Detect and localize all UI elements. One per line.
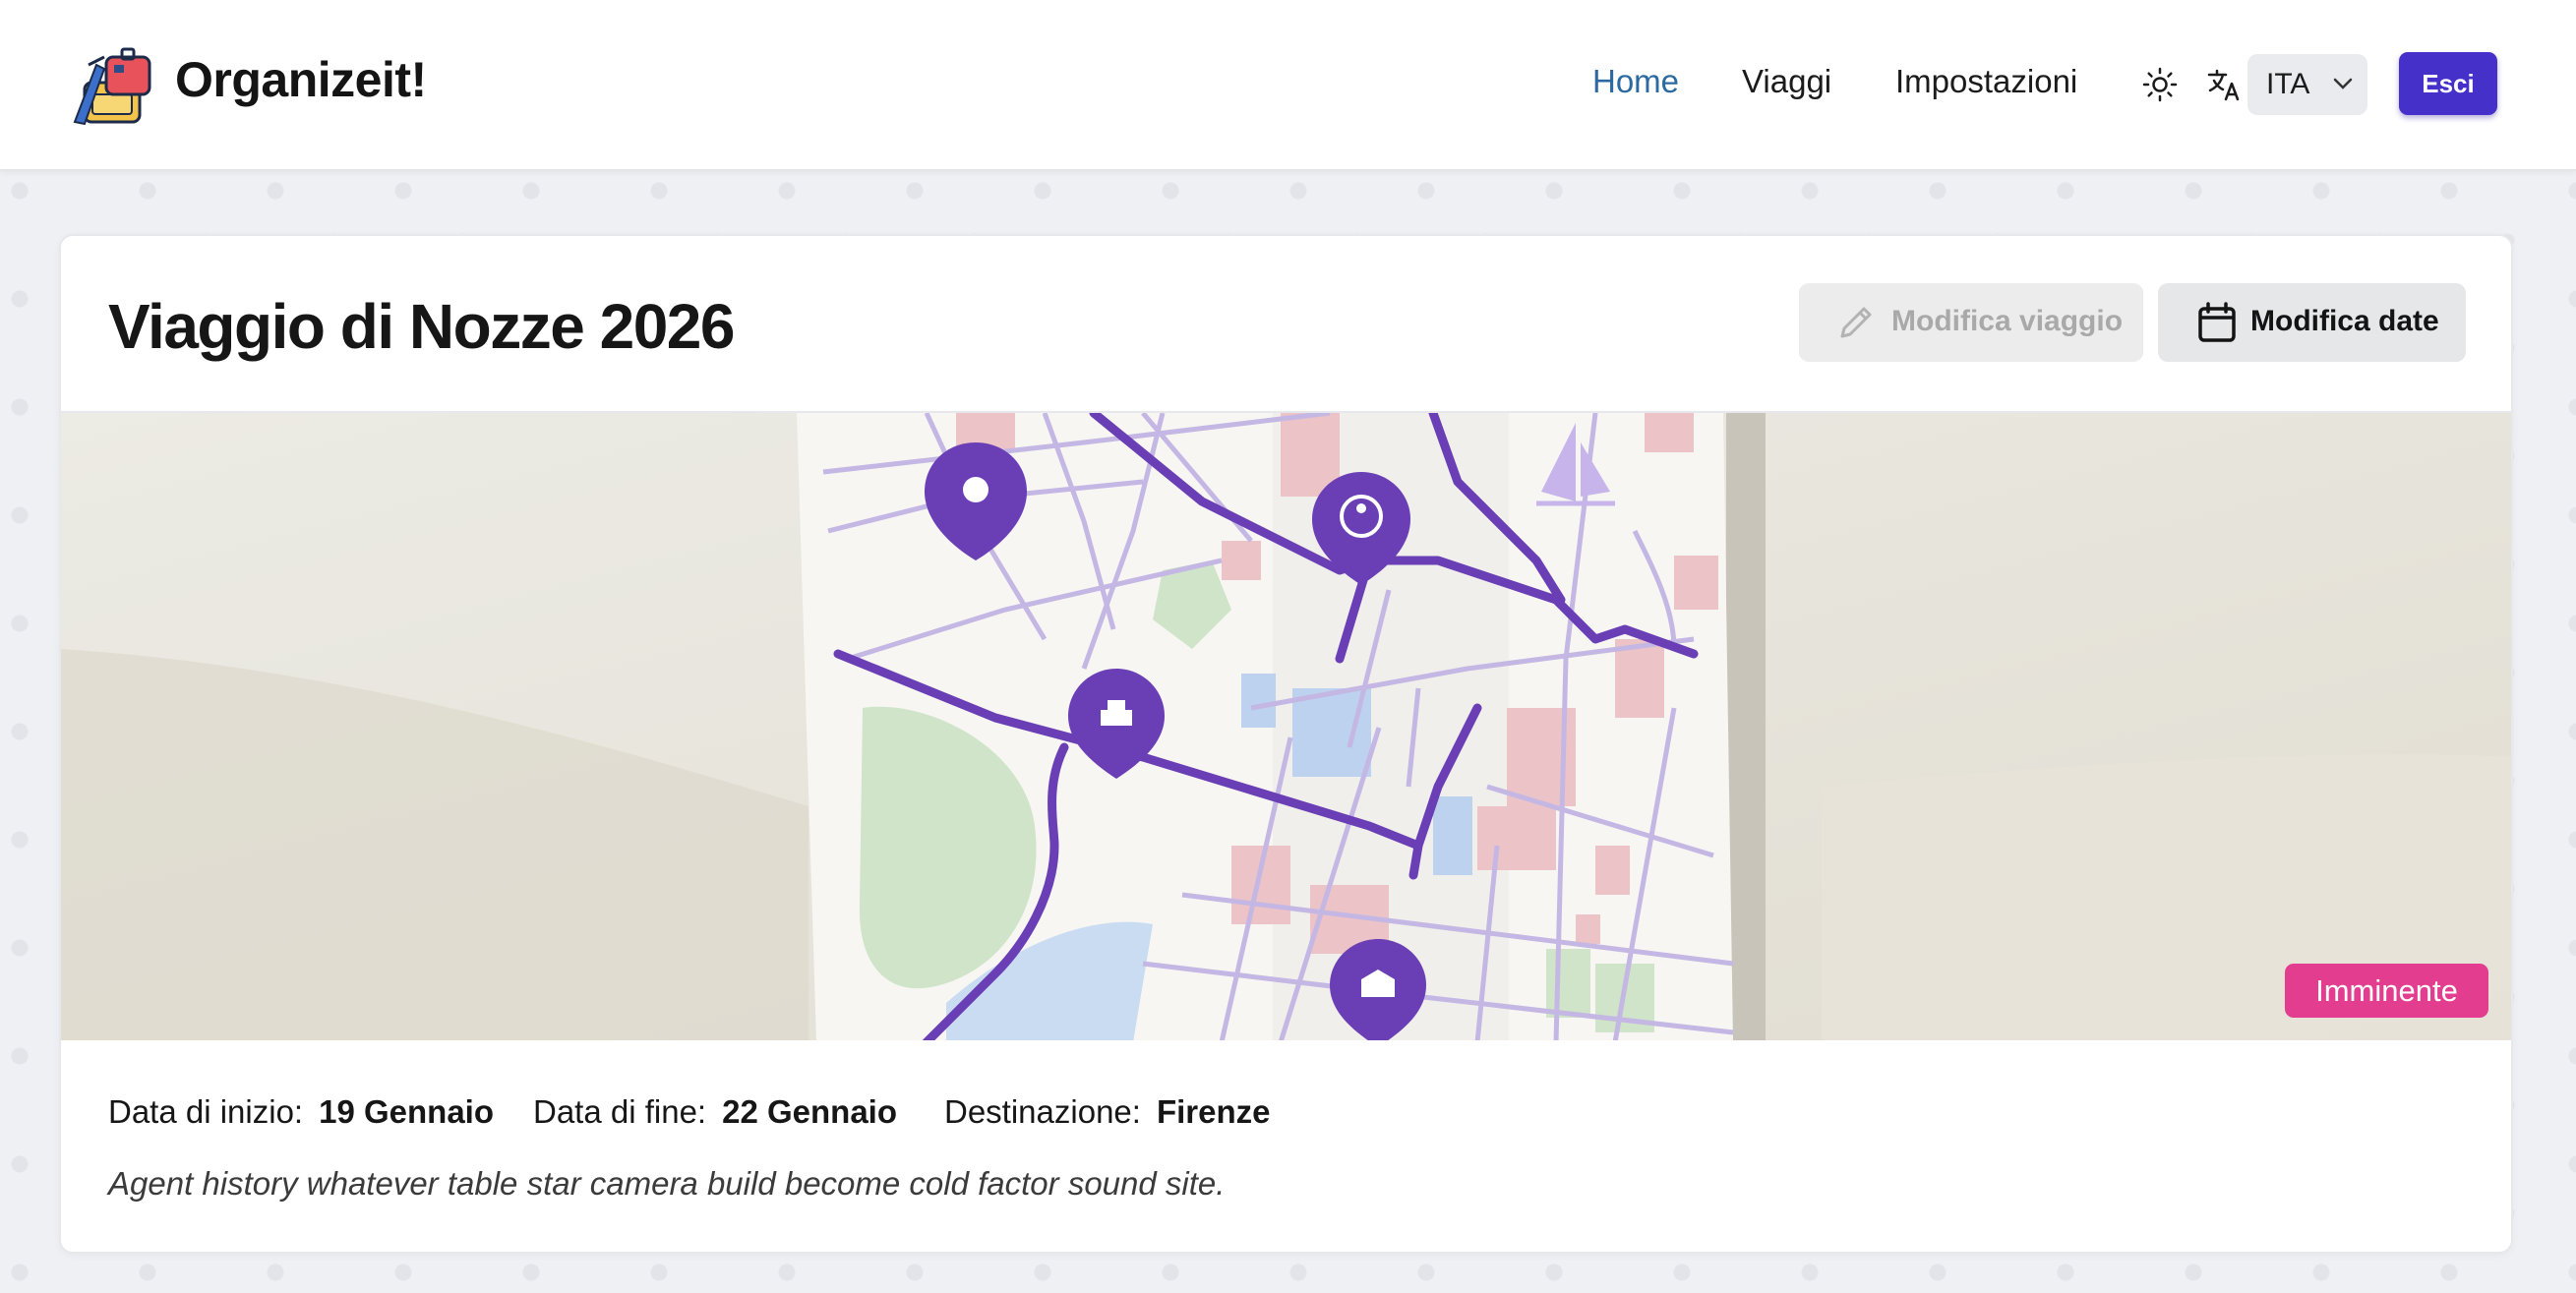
start-date-value: 19 Gennaio <box>319 1093 494 1130</box>
logout-button[interactable]: Esci <box>2399 52 2497 115</box>
trip-map-image <box>61 411 2511 1040</box>
suitcase-logo-icon[interactable] <box>71 43 159 128</box>
edit-dates-label: Modifica date <box>2250 305 2439 337</box>
city-map-illustration <box>61 413 2511 1040</box>
translate-icon[interactable] <box>2206 67 2242 102</box>
start-date-label: Data di inizio: <box>108 1093 304 1130</box>
top-navbar: Organizeit! Home Viaggi Impostazioni ITA… <box>0 0 2576 171</box>
calendar-icon <box>2198 302 2236 342</box>
brand-name[interactable]: Organizeit! <box>175 51 427 108</box>
language-value: ITA <box>2266 68 2310 100</box>
nav-viaggi[interactable]: Viaggi <box>1742 63 1831 100</box>
edit-trip-button[interactable]: Modifica viaggio <box>1799 283 2143 362</box>
chevron-down-icon <box>2333 78 2353 89</box>
status-badge: Imminente <box>2285 964 2488 1018</box>
end-date-label: Data di fine: <box>533 1093 707 1130</box>
nav-impostazioni[interactable]: Impostazioni <box>1895 63 2077 100</box>
nav-home[interactable]: Home <box>1592 63 1679 100</box>
trip-title: Viaggio di Nozze 2026 <box>108 291 735 362</box>
sun-icon[interactable] <box>2142 67 2178 102</box>
destination-value: Firenze <box>1156 1093 1271 1130</box>
pencil-icon <box>1840 307 1872 338</box>
destination-label: Destinazione: <box>944 1093 1141 1130</box>
trip-card: Viaggio di Nozze 2026 Modifica viaggio M… <box>59 234 2513 1254</box>
edit-dates-button[interactable]: Modifica date <box>2158 283 2466 362</box>
trip-info-row: Data di inizio: 19 Gennaio Data di fine: 22… <box>108 1093 1310 1131</box>
trip-description: Agent history whatever table star camera… <box>108 1165 1226 1202</box>
end-date-value: 22 Gennaio <box>722 1093 897 1130</box>
edit-trip-label: Modifica viaggio <box>1891 305 2124 337</box>
language-select[interactable]: ITA <box>2247 54 2367 115</box>
